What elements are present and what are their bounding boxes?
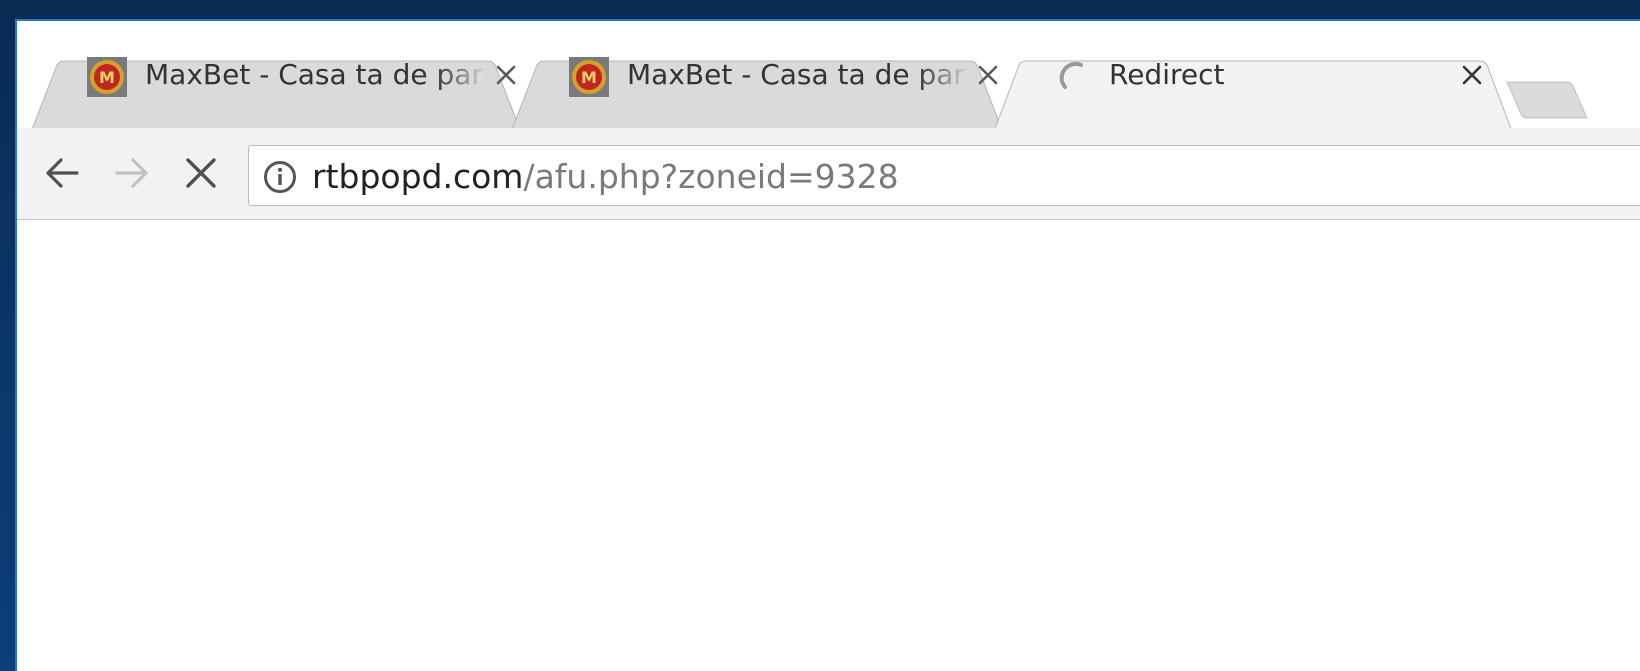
tab-title: Redirect xyxy=(1109,58,1225,91)
tab-title: MaxBet - Casa ta de pariuri xyxy=(627,58,969,91)
svg-text:M: M xyxy=(581,68,597,87)
maxbet-favicon: M xyxy=(87,57,127,97)
page-content xyxy=(17,220,1640,671)
tab-1[interactable]: M MaxBet - Casa ta de pariuri xyxy=(47,57,520,132)
svg-text:M: M xyxy=(99,68,115,87)
address-bar[interactable]: rtbpopd.com/afu.php?zoneid=9328 xyxy=(248,145,1640,206)
url-path: /afu.php?zoneid=9328 xyxy=(523,157,899,196)
tab-strip: M MaxBet - Casa ta de pariuri M MaxBet xyxy=(17,21,1640,136)
url-host: rtbpopd.com xyxy=(312,157,524,196)
loading-spinner-icon xyxy=(1053,57,1093,97)
tab-2[interactable]: M MaxBet - Casa ta de pariuri xyxy=(529,57,1002,132)
tab-close-icon[interactable] xyxy=(1458,61,1486,89)
url-text[interactable]: rtbpopd.com/afu.php?zoneid=9328 xyxy=(312,158,899,196)
browser-window: M MaxBet - Casa ta de pariuri M MaxBet xyxy=(15,19,1640,671)
forward-arrow-icon[interactable] xyxy=(105,147,157,199)
tab-3-active[interactable]: Redirect xyxy=(1013,58,1493,132)
maxbet-favicon: M xyxy=(569,57,609,97)
info-icon[interactable] xyxy=(263,160,297,194)
stop-loading-icon[interactable] xyxy=(175,147,227,199)
browser-toolbar: rtbpopd.com/afu.php?zoneid=9328 xyxy=(17,128,1640,220)
tab-close-icon[interactable] xyxy=(492,61,520,89)
tab-close-icon[interactable] xyxy=(974,61,1002,89)
back-arrow-icon[interactable] xyxy=(37,147,89,199)
tab-title: MaxBet - Casa ta de pariuri xyxy=(145,58,487,91)
new-tab-button[interactable] xyxy=(1505,80,1589,120)
